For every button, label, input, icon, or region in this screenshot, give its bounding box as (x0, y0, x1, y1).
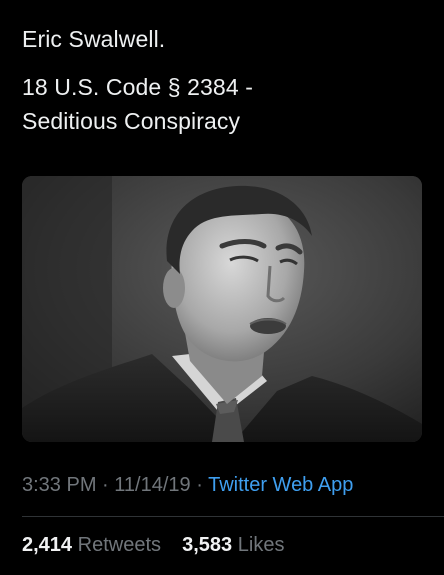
tweet-text-line-3: Seditious Conspiracy (22, 108, 241, 134)
tweet: Eric Swalwell. 18 U.S. Code § 2384 - Sed… (0, 0, 444, 575)
tweet-text-line-2: 18 U.S. Code § 2384 - (22, 74, 253, 100)
meta-separator: · (196, 474, 203, 496)
tweet-stats: 2,414 Retweets 3,583 Likes (22, 534, 284, 557)
meta-separator: · (102, 474, 109, 496)
tweet-meta: 3:33 PM · 11/14/19 · Twitter Web App (22, 474, 353, 497)
portrait-photo-icon (22, 176, 422, 442)
tweet-text: Eric Swalwell. 18 U.S. Code § 2384 - Sed… (22, 0, 422, 138)
likes-label: Likes (237, 534, 285, 556)
likes-stat[interactable]: 3,583 Likes (182, 534, 284, 556)
retweets-label: Retweets (77, 534, 161, 556)
tweet-text-line-1: Eric Swalwell. (22, 26, 166, 52)
likes-count: 3,583 (182, 534, 233, 556)
retweets-count: 2,414 (22, 534, 73, 556)
tweet-source-link[interactable]: Twitter Web App (208, 474, 353, 496)
tweet-time: 3:33 PM (22, 474, 97, 496)
divider (22, 516, 444, 517)
retweets-stat[interactable]: 2,414 Retweets (22, 534, 167, 556)
tweet-date: 11/14/19 (114, 474, 191, 496)
tweet-photo[interactable] (22, 176, 422, 442)
